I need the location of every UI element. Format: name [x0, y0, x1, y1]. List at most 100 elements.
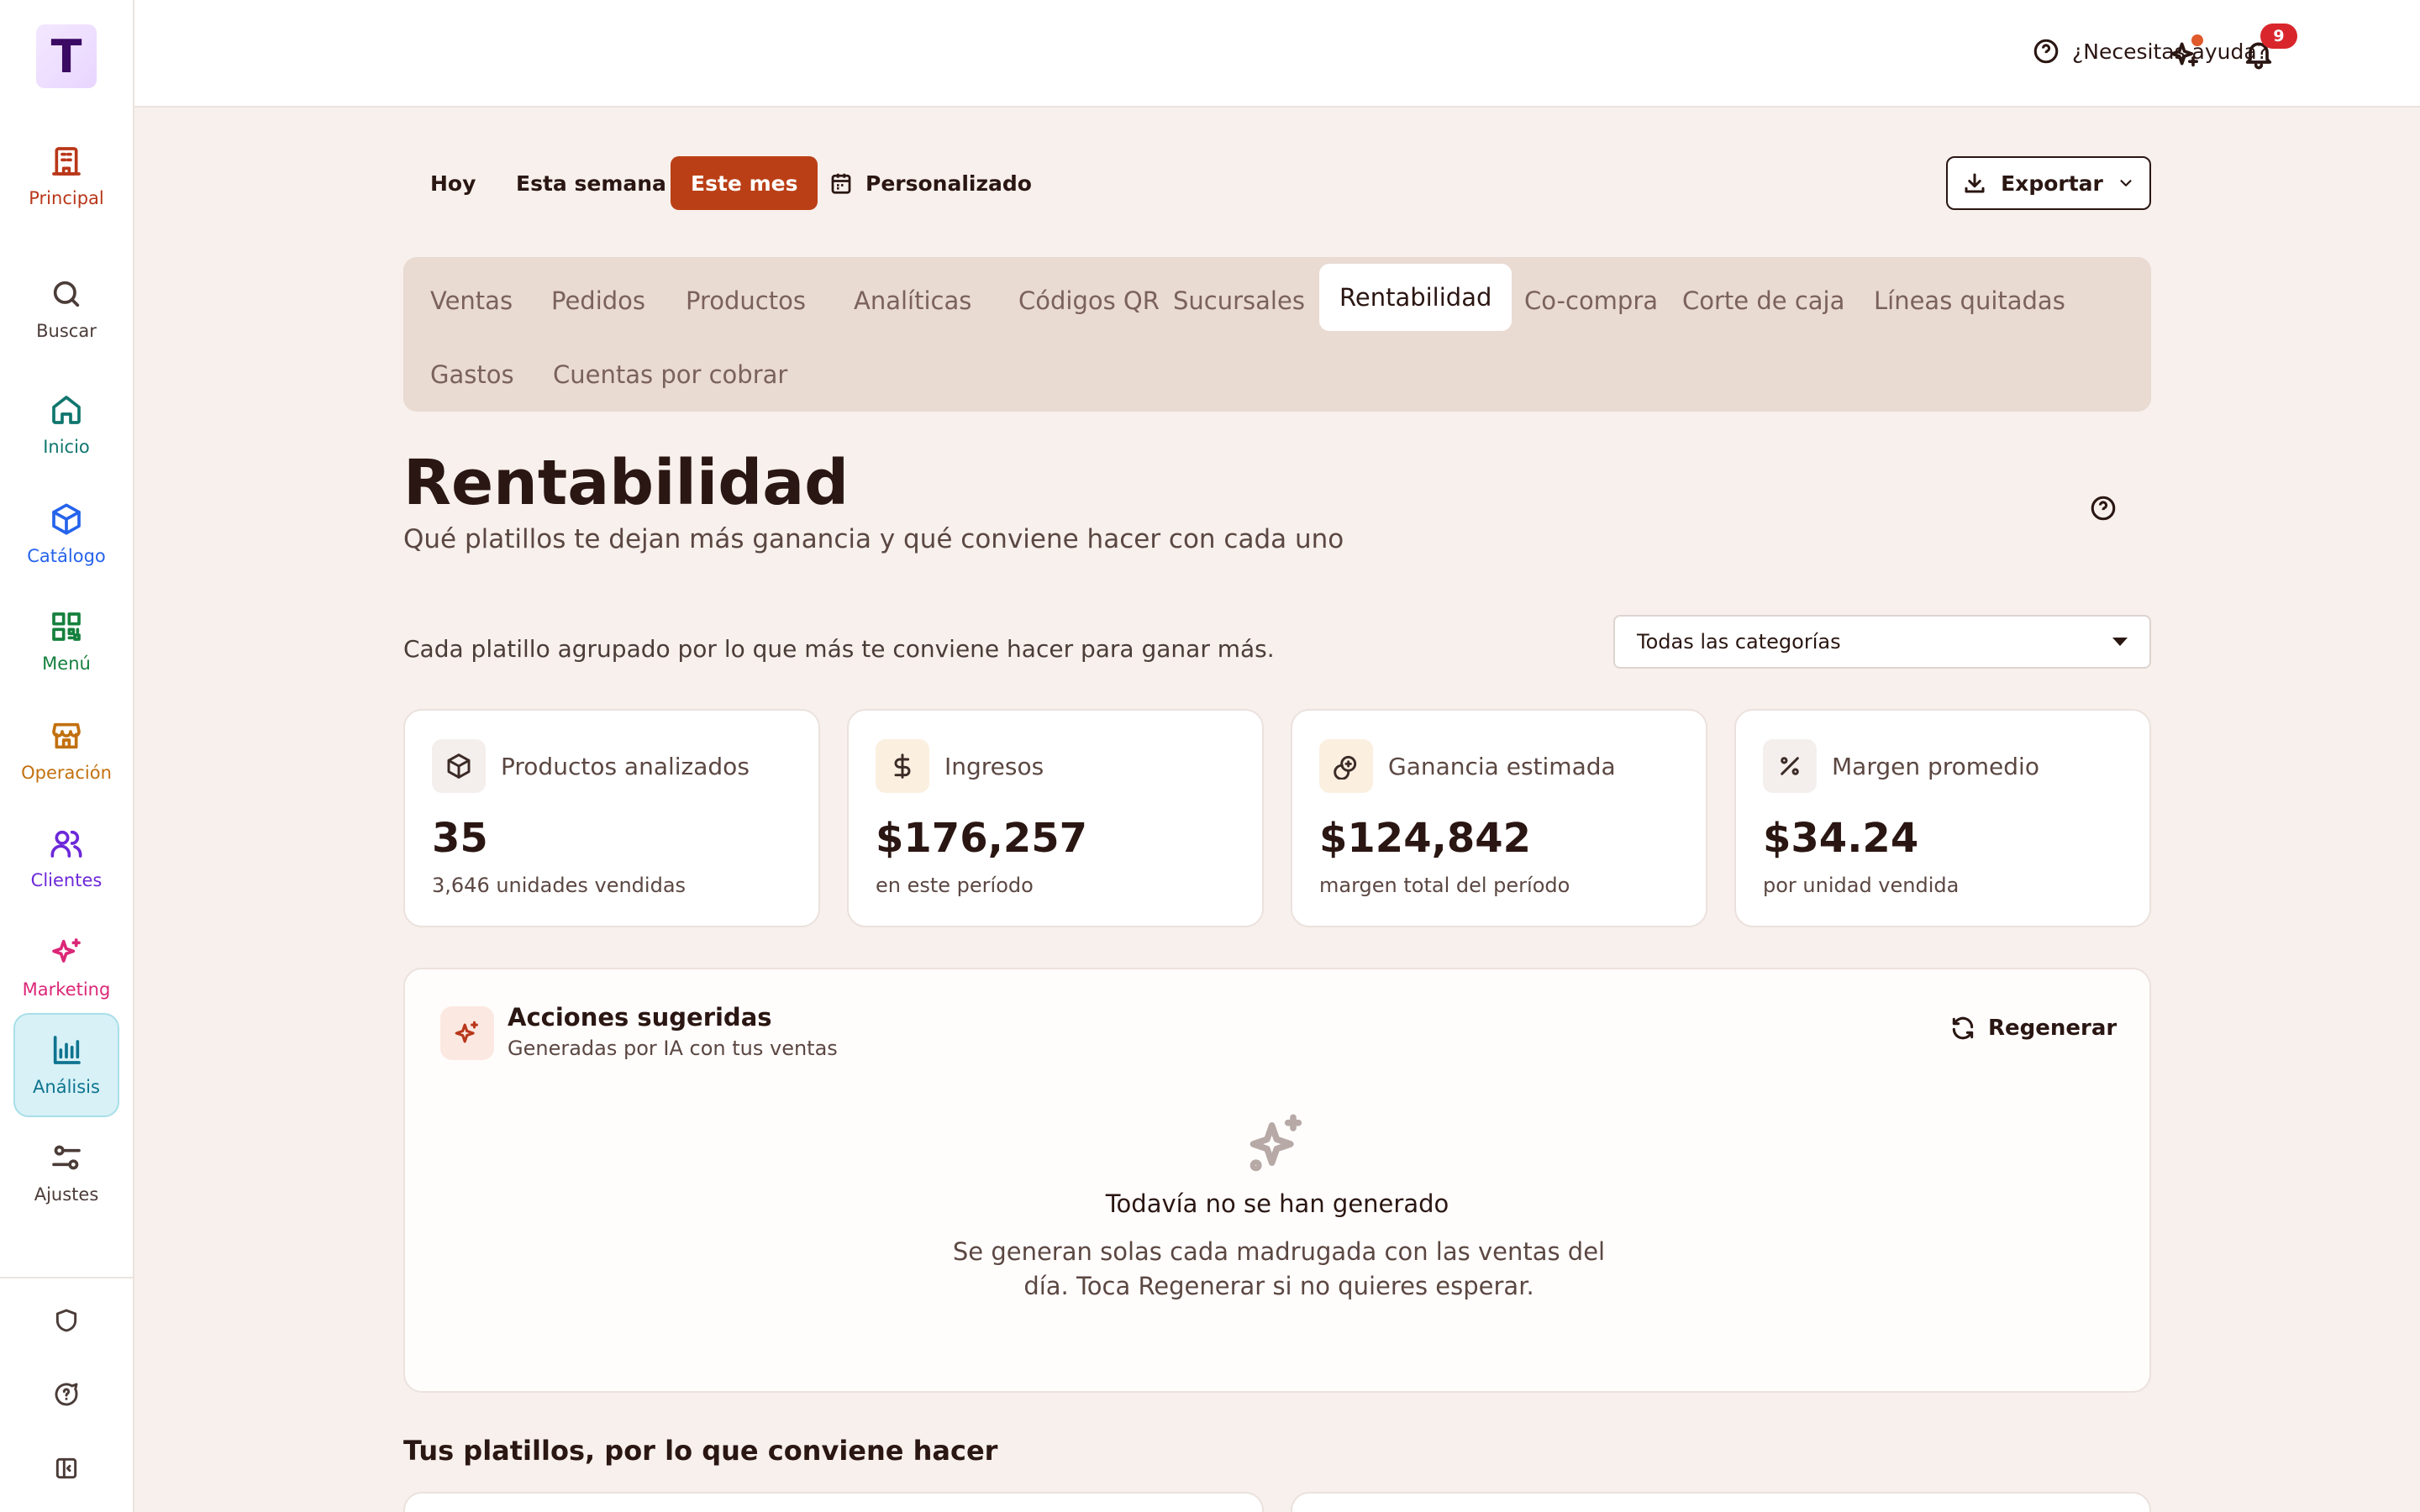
- sidebar-item-label: Menú: [42, 654, 91, 674]
- tab-rentabilidad[interactable]: Rentabilidad: [1319, 264, 1512, 331]
- regenerate-button[interactable]: Regenerar: [1949, 1015, 2117, 1042]
- sidebar-item-label: Ajustes: [34, 1184, 99, 1205]
- chevron-down-icon: [2120, 180, 2132, 186]
- tab-lineas-quitadas[interactable]: Líneas quitadas: [1854, 267, 2086, 334]
- calendar-icon: [831, 173, 851, 194]
- category-select[interactable]: Todas las categorías: [1613, 615, 2151, 669]
- shield-icon: [55, 1309, 77, 1332]
- sidebar-item-buscar[interactable]: Buscar: [13, 257, 119, 361]
- collapse-sidebar-button[interactable]: [50, 1452, 83, 1485]
- sidebar-item-clientes[interactable]: Clientes: [13, 806, 119, 911]
- sidebar-item-ajustes[interactable]: Ajustes: [13, 1121, 119, 1225]
- page-subtitle: Qué platillos te dejan más ganancia y qu…: [403, 524, 1344, 554]
- stat-subtext: en este período: [876, 874, 1034, 897]
- caret-down-icon: [2112, 638, 2128, 646]
- box-icon: [52, 503, 81, 535]
- page-description: Cada platillo agrupado por lo que más te…: [403, 635, 1275, 663]
- period-month-button[interactable]: Este mes: [671, 156, 818, 210]
- stat-title: Ganancia estimada: [1388, 753, 1616, 780]
- shield-button[interactable]: [50, 1304, 83, 1337]
- coins-icon: [1334, 755, 1357, 780]
- sidebar-item-label: Marketing: [22, 979, 111, 1000]
- sparkles-icon: [1249, 1114, 1302, 1172]
- category-select-value: Todas las categorías: [1637, 630, 1841, 654]
- sidebar-item-label: Operación: [21, 763, 112, 783]
- app-logo[interactable]: T: [36, 24, 97, 88]
- search-icon: [53, 281, 80, 307]
- empty-state-text: Se generan solas cada madrugada con las …: [952, 1237, 1606, 1300]
- sidebar: T Principal Buscar Inicio Catálogo Menú …: [0, 0, 134, 1512]
- tab-gastos[interactable]: Gastos: [410, 341, 534, 408]
- period-today-button[interactable]: Hoy: [410, 156, 496, 210]
- tab-ventas[interactable]: Ventas: [410, 267, 533, 334]
- help-chat-icon: [55, 1383, 78, 1406]
- empty-state-icon-wrap: [1245, 1112, 1309, 1176]
- sidebar-item-label: Catálogo: [27, 546, 106, 566]
- tab-analiticas[interactable]: Analíticas: [834, 267, 992, 334]
- sparkles-icon: [52, 938, 81, 963]
- sidebar-divider: [0, 1277, 133, 1278]
- sidebar-item-label: Clientes: [30, 870, 103, 890]
- sidebar-item-marketing[interactable]: Marketing: [13, 916, 119, 1020]
- stat-value: $176,257: [876, 815, 1088, 862]
- status-dot: [2191, 34, 2203, 46]
- sugg-icon-wrap: [440, 1006, 494, 1060]
- tab-sucursales[interactable]: Sucursales: [1153, 267, 1325, 334]
- stat-card-profit: Ganancia estimada $124,842 margen total …: [1291, 709, 1707, 927]
- top-bar: ¿Necesitas ayuda? 9 F: [134, 0, 2420, 108]
- period-custom-label: Personalizado: [865, 171, 1032, 196]
- qr-icon: [52, 612, 81, 641]
- stat-card-products: Productos analizados 35 3,646 unidades v…: [403, 709, 820, 927]
- box-icon: [447, 753, 471, 779]
- bar-chart-icon: [53, 1036, 81, 1064]
- sliders-icon: [52, 1145, 81, 1170]
- notification-badge: 9: [2260, 24, 2297, 49]
- regenerate-label: Regenerar: [1988, 1016, 2118, 1041]
- tab-productos[interactable]: Productos: [666, 267, 826, 334]
- sidebar-item-inicio[interactable]: Inicio: [13, 373, 119, 477]
- stat-value: $124,842: [1319, 815, 1532, 862]
- home-icon: [52, 396, 81, 424]
- sidebar-item-label: Análisis: [33, 1077, 100, 1097]
- tab-pedidos[interactable]: Pedidos: [531, 267, 666, 334]
- stat-subtext: margen total del período: [1319, 874, 1570, 897]
- tab-cuentas-por-cobrar[interactable]: Cuentas por cobrar: [533, 341, 808, 408]
- notifications-button[interactable]: 9: [2238, 24, 2297, 74]
- period-custom-button[interactable]: Personalizado: [808, 156, 1052, 210]
- sidebar-collapse-icon: [55, 1457, 77, 1479]
- dollar-icon: [894, 753, 911, 779]
- dish-group-card: [403, 1492, 1264, 1512]
- refresh-icon: [1952, 1016, 1974, 1040]
- store-icon: [52, 722, 81, 749]
- sparkles-icon: [455, 1021, 478, 1043]
- suggestions-subtitle: Generadas por IA con tus ventas: [508, 1037, 838, 1060]
- sidebar-item-label: Buscar: [36, 321, 97, 341]
- stat-subtext: 3,646 unidades vendidas: [432, 874, 687, 897]
- export-button[interactable]: Exportar: [1946, 156, 2151, 210]
- card-icon-wrap: [1763, 739, 1817, 793]
- page-help-button[interactable]: [2089, 494, 2118, 522]
- sidebar-item-analisis[interactable]: Análisis: [13, 1013, 119, 1117]
- sidebar-item-principal[interactable]: Principal: [13, 124, 119, 228]
- ai-assistant-button[interactable]: [2165, 34, 2205, 74]
- section-title: Tus platillos, por lo que conviene hacer: [403, 1435, 998, 1467]
- sidebar-item-label: Principal: [29, 188, 104, 208]
- stat-value: 35: [432, 815, 488, 862]
- users-icon: [50, 830, 82, 858]
- suggestions-title: Acciones sugeridas: [508, 1003, 772, 1032]
- tab-co-compra[interactable]: Co-compra: [1504, 267, 1678, 334]
- help-link[interactable]: ¿Necesitas ayuda?: [2032, 37, 2268, 66]
- tab-corte-de-caja[interactable]: Corte de caja: [1662, 267, 1865, 334]
- card-icon-wrap: [1319, 739, 1373, 793]
- stat-title: Margen promedio: [1832, 753, 2039, 780]
- help-icon: [2091, 496, 2116, 521]
- card-icon-wrap: [432, 739, 486, 793]
- support-button[interactable]: [50, 1378, 83, 1411]
- sidebar-item-catalogo[interactable]: Catálogo: [13, 482, 119, 586]
- period-week-button[interactable]: Esta semana: [496, 156, 687, 210]
- sidebar-item-menu[interactable]: Menú: [13, 590, 119, 694]
- sidebar-item-operacion[interactable]: Operación: [13, 699, 119, 803]
- building-icon: [52, 147, 81, 176]
- suggested-actions-panel: Acciones sugeridas Generadas por IA con …: [403, 968, 2151, 1393]
- stat-card-margin: Margen promedio $34.24 por unidad vendid…: [1734, 709, 2151, 927]
